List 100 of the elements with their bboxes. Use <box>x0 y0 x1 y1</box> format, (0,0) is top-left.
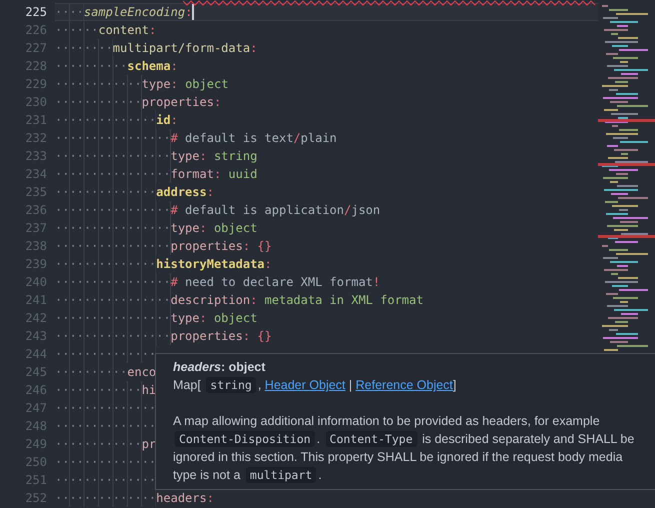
whitespace-dots: ·········· <box>55 363 128 381</box>
whitespace-dots: ················ <box>55 291 171 309</box>
line-number: 225 <box>24 4 48 21</box>
line-number: 248 <box>24 418 48 435</box>
whitespace-dots: ·············· <box>55 255 156 273</box>
code-token: : <box>206 184 214 201</box>
code-token: ! <box>372 274 380 291</box>
whitespace-dots: ················ <box>55 219 171 237</box>
line-number: 240 <box>24 274 48 291</box>
code-token: type <box>170 148 200 165</box>
line-number: 243 <box>24 328 48 345</box>
line-number: 238 <box>24 238 48 255</box>
code-token: # <box>170 130 178 147</box>
type-signature: Map[ string , Header Object | Reference Object] <box>173 376 458 394</box>
line-number: 228 <box>24 58 48 75</box>
code-token: : <box>214 166 222 183</box>
whitespace-dots: ·············· <box>55 399 156 417</box>
code-token: json <box>351 202 380 219</box>
line-number: 242 <box>24 310 48 327</box>
code-token: hi <box>142 382 156 399</box>
line-number: 234 <box>24 166 48 183</box>
code-token: id <box>156 112 171 129</box>
code-token: : <box>250 40 258 57</box>
code-token: properties <box>142 94 214 111</box>
code-token: object <box>212 310 258 327</box>
line-number: 249 <box>24 436 48 453</box>
code-token: : <box>200 310 207 327</box>
code-token: : <box>214 94 222 111</box>
line-number: 231 <box>24 112 48 129</box>
line-number: 246 <box>24 382 48 399</box>
code-token: need to declare XML format <box>184 274 373 291</box>
code-token: object <box>212 220 258 237</box>
code-token: / <box>293 130 301 147</box>
whitespace-dots: ················ <box>55 165 171 183</box>
code-token: : <box>206 490 214 507</box>
whitespace-dots: ················ <box>55 201 171 219</box>
whitespace-dots: ·············· <box>55 453 156 471</box>
doc-link[interactable]: Reference Object <box>356 378 453 392</box>
line-number: 245 <box>24 364 48 381</box>
code-token: : {} <box>242 238 272 255</box>
code-token: historyMetadata <box>156 256 265 273</box>
whitespace-dots: ·············· <box>55 345 156 363</box>
doc-link[interactable]: Header Object <box>264 378 346 392</box>
whitespace-dots: ·············· <box>55 111 156 129</box>
code-token: schema <box>127 58 171 75</box>
whitespace-dots: ·············· <box>55 471 156 489</box>
line-number: 250 <box>24 454 48 471</box>
code-token: default is application <box>184 202 344 219</box>
whitespace-dots: ·········· <box>55 57 128 75</box>
code-token: address <box>156 184 207 201</box>
whitespace-dots: ············ <box>55 381 142 399</box>
code-token: description <box>170 292 250 309</box>
whitespace-dots: ···· <box>55 3 84 21</box>
whitespace-dots: ············ <box>55 93 142 111</box>
whitespace-dots: ············ <box>55 435 142 453</box>
whitespace-dots: ·············· <box>55 489 156 507</box>
code-token: # <box>170 274 178 291</box>
code-token: : <box>185 4 192 21</box>
tooltip-title: headers: object <box>173 359 266 376</box>
whitespace-dots: ·············· <box>55 183 156 201</box>
line-number: 230 <box>24 94 48 111</box>
code-token: / <box>344 202 352 219</box>
whitespace-dots: ················ <box>55 129 171 147</box>
code-token: : <box>200 220 207 237</box>
code-token: : <box>264 256 272 273</box>
whitespace-dots: ················ <box>55 237 171 255</box>
code-token: : <box>250 292 258 309</box>
line-number: 229 <box>24 76 48 93</box>
code-token: : <box>170 76 178 93</box>
whitespace-dots: ················ <box>55 147 171 165</box>
line-number: 233 <box>24 148 48 165</box>
tooltip-description: A map allowing additional information to be provided as headers, for example Content-Disposition . Content-Type is described separately and SHALL be ignored in this section. This property SHALL be ignored if the request body media type is not a multipart . <box>173 413 636 484</box>
code-token: multipart/form-data <box>112 40 250 57</box>
line-number: 237 <box>24 220 48 237</box>
whitespace-dots: ················ <box>55 327 171 345</box>
code-token: type <box>170 310 200 327</box>
line-number: 226 <box>24 22 48 39</box>
whitespace-dots: ················ <box>55 309 171 327</box>
code-token: enco <box>127 364 156 381</box>
code-token: : <box>200 148 207 165</box>
whitespace-dots: ······ <box>55 21 98 39</box>
code-token: # <box>170 202 178 219</box>
line-number: 251 <box>24 472 48 489</box>
line-number: 247 <box>24 400 48 417</box>
code-token: object <box>184 76 228 93</box>
line-number: 252 <box>24 490 48 507</box>
code-token: : <box>170 58 178 75</box>
line-number: 235 <box>24 184 48 201</box>
line-number: 241 <box>24 292 48 309</box>
code-token: pr <box>142 436 156 453</box>
code-token: content <box>98 22 149 39</box>
code-token: headers <box>156 490 207 507</box>
code-token: plain <box>300 130 337 147</box>
code-token: sampleEncoding <box>84 4 186 21</box>
code-token: default is text <box>184 130 294 147</box>
line-number: 236 <box>24 202 48 219</box>
whitespace-dots: ·············· <box>55 417 156 435</box>
code-token: format <box>170 166 214 183</box>
code-token: properties <box>170 238 243 255</box>
code-token: properties <box>170 328 243 345</box>
